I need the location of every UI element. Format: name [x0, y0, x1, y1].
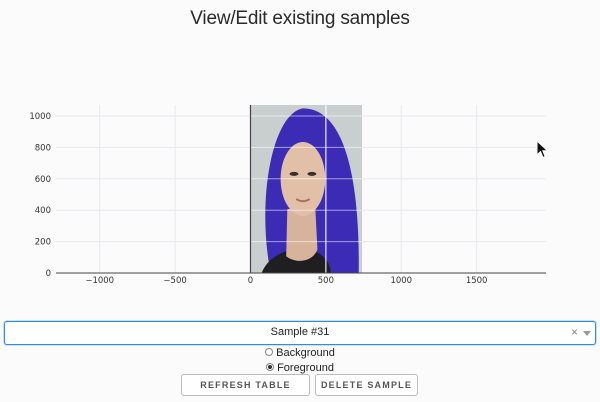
x-tick-label: 0 [248, 276, 253, 286]
radio-option-background[interactable]: Background [0, 347, 600, 360]
refresh-table-button[interactable]: REFRESH TABLE [181, 374, 310, 396]
y-tick-label: 800 [35, 143, 51, 153]
delete-sample-button[interactable]: DELETE SAMPLE [315, 374, 418, 396]
y-tick-label: 0 [46, 269, 51, 279]
y-tick-label: 400 [35, 206, 51, 216]
clear-icon[interactable]: × [571, 325, 578, 339]
y-tick-label: 600 [35, 175, 51, 185]
sample-select-value: Sample #31 [270, 326, 330, 338]
x-tick-label: 1000 [390, 276, 412, 286]
radio-foreground-label: Foreground [277, 362, 334, 374]
x-tick-label: 1500 [466, 276, 488, 286]
x-tick-label: −500 [163, 276, 186, 286]
right-eye [307, 171, 317, 176]
portrait-image[interactable] [250, 105, 363, 273]
sample-select[interactable]: Sample #31 × [4, 321, 596, 345]
x-tick-label: −1000 [85, 276, 114, 286]
y-tick-label: 200 [35, 238, 51, 248]
y-tick-label: 1000 [29, 112, 51, 122]
radio-background-label: Background [276, 347, 335, 359]
left-eye [289, 171, 299, 176]
radio-foreground[interactable] [266, 363, 275, 372]
chevron-down-icon[interactable] [583, 331, 591, 336]
x-tick-label: 500 [318, 276, 334, 286]
mouse-cursor-icon [536, 140, 549, 159]
radio-background[interactable] [265, 348, 274, 357]
sample-plot[interactable]: −1000 −500 0 500 1000 1500 0 200 400 600 800 1000 [0, 0, 600, 300]
